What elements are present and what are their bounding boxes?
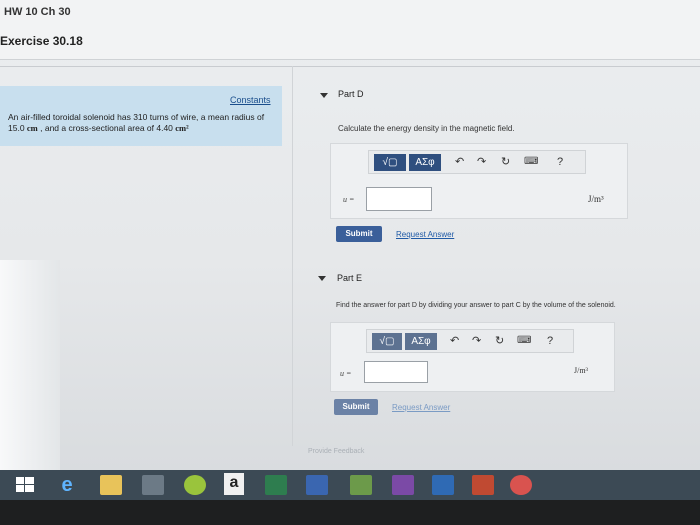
windows-taskbar: e a xyxy=(0,470,700,500)
template-button[interactable]: √▢ xyxy=(372,333,402,350)
help-button[interactable]: ? xyxy=(557,155,563,169)
minecraft-icon[interactable] xyxy=(350,475,372,495)
greek-symbols-button[interactable]: ΑΣφ xyxy=(409,154,441,171)
part-e-request-answer-link[interactable]: Request Answer xyxy=(392,403,450,412)
store-icon[interactable] xyxy=(142,475,164,495)
part-e-label[interactable]: Part E xyxy=(337,273,362,283)
excel-icon[interactable] xyxy=(265,475,287,495)
reset-icon[interactable]: ↻ xyxy=(501,155,510,169)
undo-icon[interactable]: ↶ xyxy=(450,334,459,348)
monitor-bezel xyxy=(0,500,700,525)
part-d-prompt: Calculate the energy density in the magn… xyxy=(338,124,515,133)
unit-cm2: cm² xyxy=(175,123,189,133)
part-e-math-toolbar: √▢ ΑΣφ ↶ ↷ ↻ ⌨ ? xyxy=(366,329,574,353)
collapse-arrow-icon[interactable] xyxy=(318,276,326,281)
course-title[interactable]: HW 10 Ch 30 xyxy=(4,6,71,18)
start-icon[interactable] xyxy=(14,475,36,495)
keyboard-icon[interactable]: ⌨ xyxy=(517,334,531,348)
assignment-header: HW 10 Ch 30 Exercise 30.18 xyxy=(0,0,700,60)
chrome-icon[interactable] xyxy=(510,475,532,495)
onenote-icon[interactable] xyxy=(392,475,414,495)
spotify-icon[interactable] xyxy=(184,475,206,495)
part-e-unit: J/m³ xyxy=(574,366,588,375)
collapse-arrow-icon[interactable] xyxy=(320,93,328,98)
greek-symbols-button[interactable]: ΑΣφ xyxy=(405,333,437,350)
file-explorer-icon[interactable] xyxy=(100,475,122,495)
redo-icon[interactable]: ↷ xyxy=(477,155,486,169)
provide-feedback-link[interactable]: Provide Feedback xyxy=(308,448,364,455)
panel-divider xyxy=(292,66,293,446)
reset-icon[interactable]: ↻ xyxy=(495,334,504,348)
part-d-unit: J/m³ xyxy=(588,194,604,204)
part-e-variable-label: u = xyxy=(340,369,352,378)
divider xyxy=(0,66,700,67)
browser-window: HW 10 Ch 30 Exercise 30.18 Constants An … xyxy=(0,0,700,470)
part-d-request-answer-link[interactable]: Request Answer xyxy=(396,230,454,239)
unit-cm: cm xyxy=(26,123,38,133)
undo-icon[interactable]: ↶ xyxy=(455,155,464,169)
powerpoint-icon[interactable] xyxy=(472,475,494,495)
edge-icon[interactable]: e xyxy=(56,475,78,495)
part-e-answer-input[interactable] xyxy=(364,361,428,383)
part-e-submit-button[interactable]: Submit xyxy=(334,399,378,415)
amazon-icon[interactable]: a xyxy=(224,473,244,495)
part-d-label[interactable]: Part D xyxy=(338,89,364,99)
outlook-icon[interactable] xyxy=(432,475,454,495)
help-button[interactable]: ? xyxy=(547,334,553,348)
word-icon[interactable] xyxy=(306,475,328,495)
problem-text-2: , and a cross-sectional area of 4.40 xyxy=(37,123,176,133)
redo-icon[interactable]: ↷ xyxy=(472,334,481,348)
screen-glare xyxy=(0,260,60,470)
part-d-submit-button[interactable]: Submit xyxy=(336,226,382,242)
part-d-answer-input[interactable] xyxy=(366,187,432,211)
part-d-variable-label: u = xyxy=(343,195,355,204)
constants-link[interactable]: Constants xyxy=(230,95,271,105)
problem-statement: An air-filled toroidal solenoid has 310 … xyxy=(8,112,270,134)
exercise-title: Exercise 30.18 xyxy=(0,34,83,48)
part-d-math-toolbar: √▢ ΑΣφ ↶ ↷ ↻ ⌨ ? xyxy=(368,150,586,174)
part-e-prompt: Find the answer for part D by dividing y… xyxy=(336,302,616,309)
keyboard-icon[interactable]: ⌨ xyxy=(524,155,538,169)
template-button[interactable]: √▢ xyxy=(374,154,406,171)
